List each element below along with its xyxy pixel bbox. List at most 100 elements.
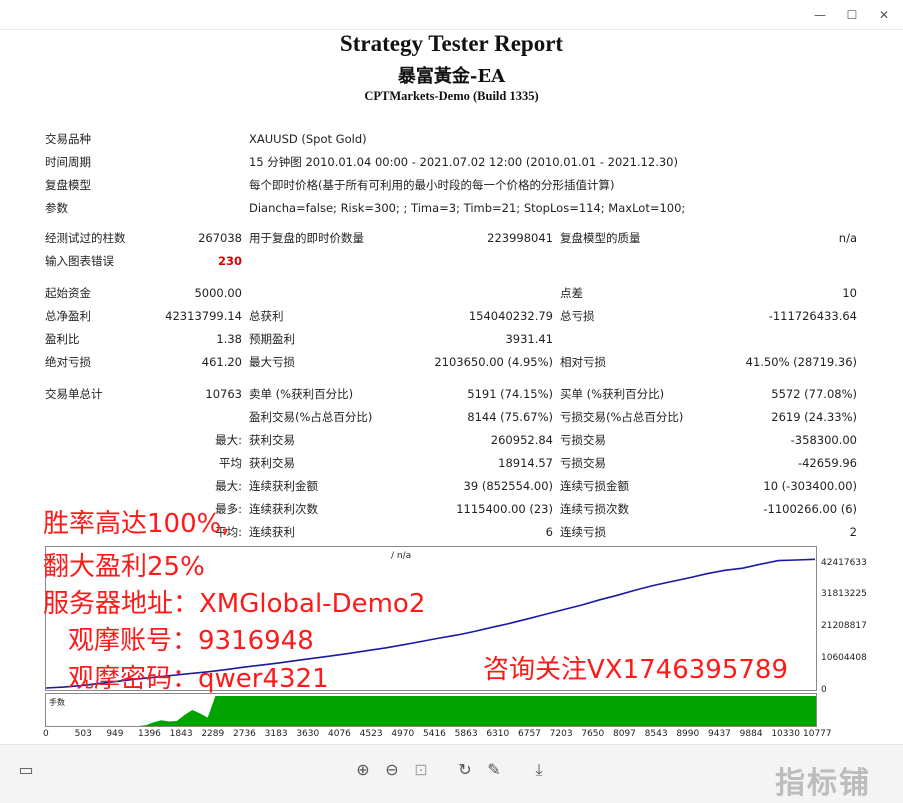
cons-loss-amt-value: 10 (-303400.00) — [763, 479, 857, 493]
profit-factor-label: 盈利比 — [45, 332, 80, 346]
max-drawdown-label: 最大亏损 — [249, 355, 295, 369]
x-tick-label: 5416 — [423, 729, 446, 739]
period-value: 15 分钟图 2010.01.04 00:00 - 2021.07.02 12:… — [249, 155, 678, 169]
cons-win-amt-label: 连续获利金额 — [249, 479, 318, 493]
zoom-in-icon[interactable]: ⊕ — [352, 759, 374, 781]
max2-qualifier: 最大: — [215, 479, 242, 493]
gross-loss-value: -111726433.64 — [768, 309, 857, 323]
zoom-out-icon[interactable]: ⊖ — [381, 759, 403, 781]
y-tick-label: 10604408 — [821, 653, 867, 663]
errors-value: 230 — [217, 254, 242, 268]
cons-win-amt-value: 39 (852554.00) — [463, 479, 553, 493]
max-qualifier: 最大: — [215, 433, 242, 447]
maximize-button[interactable]: ☐ — [842, 6, 862, 24]
x-tick-label: 10777 — [803, 729, 832, 739]
viewer-toolbar: ▭ ⊕ ⊖ ⊡ ↻ ✎ ⤓ — [0, 744, 903, 803]
x-tick-label: 8543 — [644, 729, 668, 739]
overlay-line3: 服务器地址：XMGlobal-Demo2 — [43, 589, 426, 619]
quality-value: n/a — [838, 231, 857, 245]
x-tick-label: 4970 — [391, 729, 415, 739]
gross-profit-value: 154040232.79 — [468, 309, 553, 323]
params-value: Diancha=false; Risk=300; ; Tima=3; Timb=… — [249, 201, 686, 215]
x-tick-label: 10330 — [771, 729, 800, 739]
avg-qualifier: 平均 — [219, 456, 242, 470]
spread-label: 点差 — [560, 286, 583, 300]
avg-loss-value: -42659.96 — [797, 456, 857, 470]
period-label: 时间周期 — [45, 155, 91, 169]
edit-icon[interactable]: ✎ — [483, 759, 505, 781]
x-tick-label: 4076 — [328, 729, 351, 739]
sidebar-toggle-icon[interactable]: ▭ — [15, 759, 37, 781]
avg-cons-win-label: 连续获利 — [249, 525, 295, 539]
avg-win-value: 18914.57 — [498, 456, 553, 470]
y-tick-label: 21208817 — [821, 621, 867, 631]
x-tick-label: 6310 — [486, 729, 510, 739]
download-icon[interactable]: ⤓ — [528, 759, 550, 781]
avg-cons-win-value: 6 — [545, 525, 553, 539]
rel-drawdown-label: 相对亏损 — [560, 355, 606, 369]
x-tick-label: 949 — [106, 729, 124, 739]
rotate-icon[interactable]: ↻ — [454, 759, 476, 781]
ticks-value: 223998041 — [487, 231, 553, 245]
ticks-label: 用于复盘的即时价数量 — [249, 231, 364, 245]
x-tick-label: 8990 — [676, 729, 700, 739]
x-tick-label: 3630 — [296, 729, 320, 739]
largest-loss-label: 亏损交易 — [560, 433, 606, 447]
symbol-label: 交易品种 — [45, 132, 91, 146]
largest-win-value: 260952.84 — [490, 433, 553, 447]
overlay-contact: 咨询关注VX1746395789 — [483, 655, 789, 685]
win-trades-label: 盈利交易(%占总百分比) — [249, 410, 373, 424]
params-label: 参数 — [45, 201, 68, 215]
window-titlebar: — ☐ ✕ — [0, 0, 903, 30]
deposit-label: 起始资金 — [45, 286, 91, 300]
model-value: 每个即时价格(基于所有可利用的最小时段的每一个价格的分形插值计算) — [249, 178, 615, 192]
symbol-value: XAUUSD (Spot Gold) — [249, 132, 367, 146]
volume-area — [46, 696, 816, 726]
watermark-logo: 指标铺 — [775, 766, 871, 801]
x-tick-label: 9884 — [739, 729, 763, 739]
abs-drawdown-value: 461.20 — [201, 355, 242, 369]
rel-drawdown-value: 41.50% (28719.36) — [745, 355, 857, 369]
chart-caption: / n/a — [391, 551, 412, 561]
bars-label: 经测试过的柱数 — [45, 231, 126, 245]
cons-win-cnt-label: 连续获利次数 — [249, 502, 318, 516]
errors-label: 输入图表错误 — [45, 254, 114, 268]
quality-label: 复盘模型的质量 — [560, 231, 641, 245]
deposit-value: 5000.00 — [194, 286, 242, 300]
avg-cons-loss-value: 2 — [849, 525, 857, 539]
total-trades-label: 交易单总计 — [45, 387, 103, 401]
x-tick-label: 7650 — [581, 729, 605, 739]
net-profit-value: 42313799.14 — [165, 309, 242, 323]
volume-chart: 手数 — [45, 693, 817, 727]
short-trades-label: 卖单 (%获利百分比) — [249, 387, 354, 401]
cons-win-cnt-value: 1115400.00 (23) — [456, 502, 553, 516]
x-tick-label: 4523 — [359, 729, 383, 739]
net-profit-label: 总净盈利 — [45, 309, 91, 323]
avg-cons-loss-label: 连续亏损 — [560, 525, 606, 539]
overlay-line4: 观摩账号：9316948 — [68, 626, 314, 656]
minimize-button[interactable]: — — [810, 6, 830, 24]
loss-trades-label: 亏损交易(%占总百分比) — [560, 410, 684, 424]
cons-loss-amt-label: 连续亏损金额 — [560, 479, 629, 493]
total-trades-value: 10763 — [205, 387, 242, 401]
expected-payoff-value: 3931.41 — [505, 332, 553, 346]
long-trades-value: 5572 (77.08%) — [771, 387, 857, 401]
report-subtitle: 暴富黃金-EA — [397, 66, 506, 87]
x-tick-label: 5863 — [454, 729, 478, 739]
largest-loss-value: -358300.00 — [790, 433, 857, 447]
x-tick-label: 8097 — [613, 729, 636, 739]
close-button[interactable]: ✕ — [874, 6, 894, 24]
fit-page-icon[interactable]: ⊡ — [410, 759, 432, 781]
short-trades-value: 5191 (74.15%) — [467, 387, 553, 401]
win-trades-value: 8144 (75.67%) — [467, 410, 553, 424]
expected-payoff-label: 预期盈利 — [249, 332, 295, 346]
x-tick-label: 0 — [43, 729, 49, 739]
x-tick-label: 7203 — [549, 729, 573, 739]
loss-trades-value: 2619 (24.33%) — [771, 410, 857, 424]
x-tick-label: 1396 — [138, 729, 161, 739]
x-tick-label: 2289 — [201, 729, 225, 739]
x-tick-label: 503 — [74, 729, 92, 739]
volume-label: 手数 — [49, 698, 65, 707]
gross-loss-label: 总亏损 — [560, 309, 595, 323]
y-tick-label: 31813225 — [821, 589, 867, 599]
